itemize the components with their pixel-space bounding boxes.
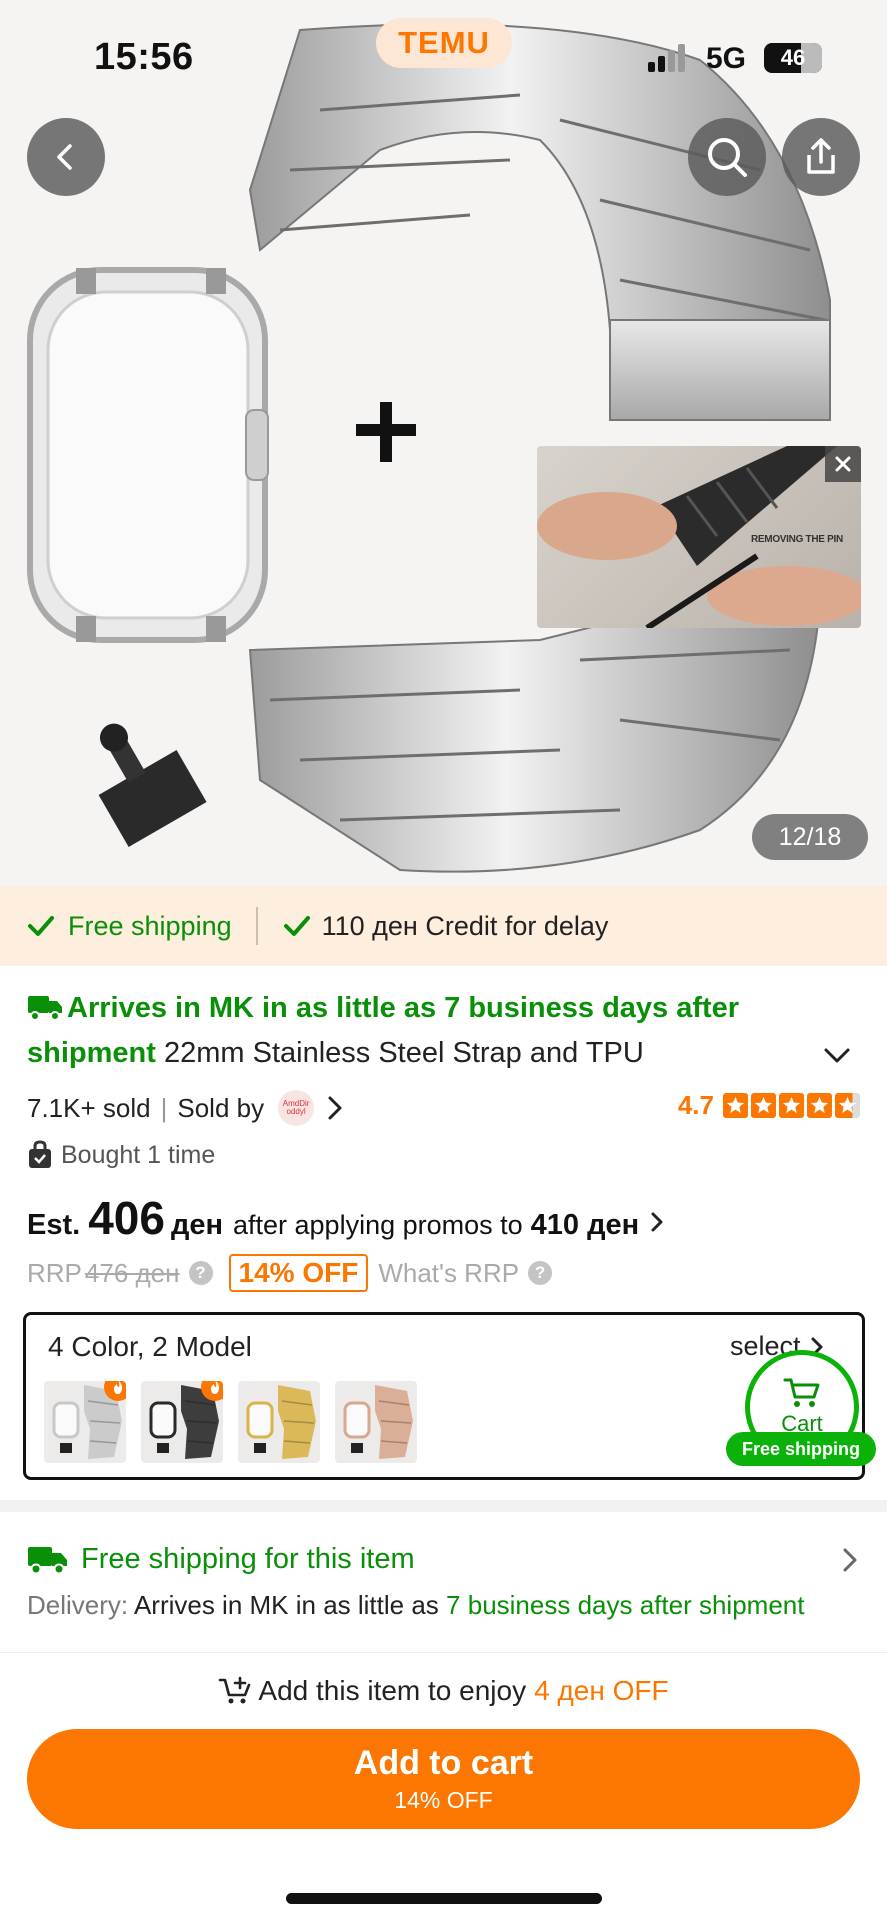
chevron-right-icon[interactable] xyxy=(324,1094,346,1122)
star-icon xyxy=(807,1093,832,1118)
share-icon xyxy=(807,138,835,174)
chevron-right-icon xyxy=(651,1212,663,1232)
sold-by-label[interactable]: Sold by xyxy=(177,1093,264,1124)
divider xyxy=(255,907,258,945)
close-icon xyxy=(835,456,851,472)
star-icon xyxy=(751,1093,776,1118)
bought-row: Bought 1 time xyxy=(27,1140,215,1170)
home-indicator xyxy=(286,1893,602,1904)
video-preview[interactable]: REMOVING THE PIN xyxy=(537,446,861,628)
rating[interactable]: 4.7 xyxy=(678,1090,860,1121)
cart-plus-icon xyxy=(219,1676,251,1704)
sold-count: 7.1K+ sold xyxy=(27,1092,151,1123)
bottom-action-bar: Add this item to enjoy 4 ден OFF Add to … xyxy=(0,1652,887,1920)
product-image-gallery[interactable]: 15:56 TEMU 5G 46 REMOVING THE PIN 12/18 xyxy=(0,0,887,886)
swatch-image xyxy=(343,1385,413,1459)
add-hint: Add this item to enjoy 4 ден OFF xyxy=(0,1675,887,1707)
promo-price: 410 ден xyxy=(530,1209,640,1241)
credit-label: 110 ден Credit for delay xyxy=(321,910,609,941)
add-to-cart-button[interactable]: Add to cart 14% OFF xyxy=(27,1729,860,1829)
image-counter: 12/18 xyxy=(752,814,868,860)
variant-swatches xyxy=(44,1381,432,1463)
question-icon[interactable]: ? xyxy=(528,1261,553,1285)
check-icon xyxy=(28,916,54,936)
rating-value: 4.7 xyxy=(677,1090,714,1120)
video-close-button[interactable] xyxy=(825,446,861,482)
star-half-icon xyxy=(835,1093,860,1118)
delivery-text: Arrives in MK in as little as xyxy=(133,1590,439,1620)
question-icon[interactable]: ? xyxy=(188,1261,213,1285)
rrp-label: RRP xyxy=(27,1257,82,1288)
rrp-row: RRP 476 ден ? 14% OFF What's RRP ? xyxy=(27,1253,553,1293)
chevron-right-icon xyxy=(843,1548,857,1572)
brand-logo: TEMU xyxy=(376,18,512,68)
variant-swatch-black[interactable] xyxy=(141,1381,223,1463)
bag-icon xyxy=(29,1140,51,1168)
status-bar: 15:56 TEMU 5G 46 xyxy=(0,0,887,110)
signal-icon xyxy=(648,44,686,72)
video-caption: REMOVING THE PIN xyxy=(751,534,843,545)
bought-text: Bought 1 time xyxy=(61,1140,216,1169)
shipping-title: Free shipping for this item xyxy=(81,1542,415,1575)
cart-free-shipping-badge: Free shipping xyxy=(726,1432,876,1466)
truck-icon xyxy=(28,1547,67,1575)
price-est-label: Est. xyxy=(27,1209,81,1241)
battery-icon: 46 xyxy=(764,43,822,73)
variant-swatch-silver[interactable] xyxy=(44,1381,126,1463)
separator: | xyxy=(160,1092,168,1123)
discount-badge: 14% OFF xyxy=(228,1254,369,1292)
rrp-old-price: 476 ден xyxy=(84,1257,180,1288)
free-shipping-label: Free shipping xyxy=(68,910,232,941)
price-row[interactable]: Est. 406 ден after applying promos to 41… xyxy=(27,1191,667,1245)
search-icon xyxy=(708,138,747,177)
credit-promo: 110 ден Credit for delay xyxy=(282,910,609,942)
back-icon xyxy=(57,144,72,170)
add-to-cart-discount: 14% OFF xyxy=(394,1787,493,1813)
check-icon xyxy=(283,916,310,936)
share-button[interactable] xyxy=(782,118,860,196)
price-currency: ден xyxy=(170,1209,223,1241)
product-name: 22mm Stainless Steel Strap and TPU xyxy=(163,1037,644,1069)
back-button[interactable] xyxy=(27,118,105,196)
add-hint-discount: 4 ден OFF xyxy=(534,1675,669,1706)
add-hint-text: Add this item to enjoy xyxy=(258,1675,527,1706)
chevron-down-icon[interactable] xyxy=(822,1045,852,1067)
shipping-row[interactable]: Free shipping for this item xyxy=(27,1536,860,1582)
price-amount: 406 xyxy=(88,1192,165,1244)
status-time: 15:56 xyxy=(94,36,194,78)
star-icon xyxy=(723,1093,748,1118)
delivery-days: 7 business days after shipment xyxy=(446,1590,805,1620)
product-title[interactable]: Arrives in MK in as little as 7 business… xyxy=(27,986,837,1076)
truck-icon xyxy=(28,996,62,1021)
add-to-cart-label: Add to cart xyxy=(353,1744,534,1782)
swatch-image xyxy=(246,1385,316,1459)
network-type: 5G xyxy=(706,42,747,75)
cart-icon xyxy=(783,1378,820,1407)
star-icon xyxy=(779,1093,804,1118)
search-button[interactable] xyxy=(688,118,766,196)
battery-level: 46 xyxy=(780,45,806,70)
variant-swatch-rose-gold[interactable] xyxy=(335,1381,417,1463)
seller-logo[interactable]: AmdDir oddyl xyxy=(278,1090,315,1126)
whats-rrp-link[interactable]: What's RRP xyxy=(378,1258,519,1289)
variant-swatch-gold[interactable] xyxy=(238,1381,320,1463)
variant-title: 4 Color, 2 Model xyxy=(48,1331,252,1362)
free-shipping-promo: Free shipping xyxy=(26,911,232,942)
promo-strip[interactable]: Free shipping 110 ден Credit for delay xyxy=(0,886,887,966)
sold-row: 7.1K+ sold | Sold by AmdDir oddyl 4.7 xyxy=(27,1088,860,1128)
price-after-text: after applying promos to xyxy=(233,1210,523,1240)
section-divider xyxy=(0,1500,887,1512)
delivery-label: Delivery: xyxy=(27,1590,129,1620)
delivery-info: Delivery: Arrives in MK in as little as … xyxy=(27,1588,827,1622)
